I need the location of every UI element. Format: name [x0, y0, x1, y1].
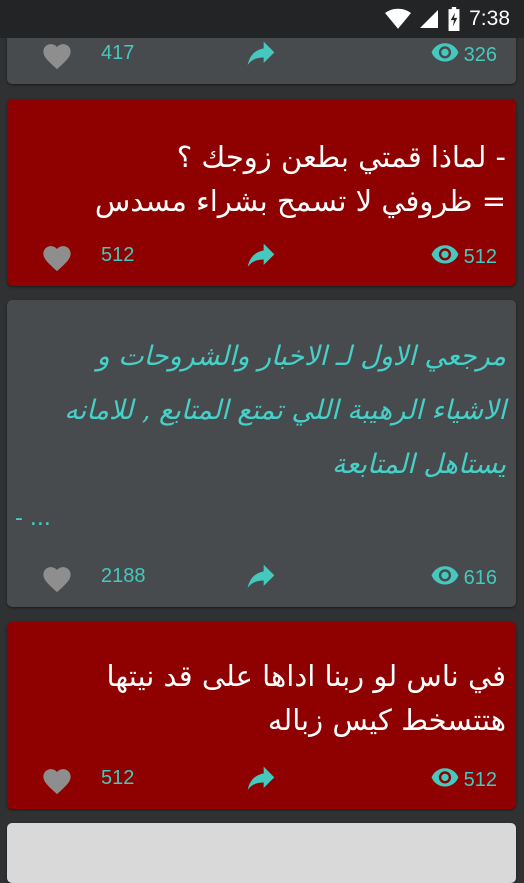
views-indicator: 616 [430, 565, 497, 591]
battery-charging-icon [447, 7, 461, 31]
eye-icon [430, 565, 460, 591]
post-extra-text: - ... [15, 506, 51, 531]
status-time: 7:38 [469, 7, 510, 30]
share-icon[interactable] [245, 242, 277, 272]
post-card[interactable] [7, 823, 516, 883]
post-text: في ناس لو ربنا اداها على قد نيتها هتتسخط… [106, 659, 506, 737]
eye-icon [430, 767, 460, 793]
share-icon[interactable] [245, 563, 277, 593]
post-card[interactable]: مرجعي الاول لـ الاخبار والشروحات و الاشي… [7, 300, 516, 607]
heart-icon[interactable] [40, 242, 74, 272]
signal-icon [419, 8, 439, 30]
heart-icon[interactable] [40, 765, 74, 795]
post-card[interactable]: في ناس لو ربنا اداها على قد نيتها هتتسخط… [7, 622, 516, 809]
post-text: - لماذا قمتي بطعن زوجك ؟ = ظروفي لا تسمح… [94, 140, 506, 218]
post-card[interactable]: - لماذا قمتي بطعن زوجك ؟ = ظروفي لا تسمح… [7, 99, 516, 286]
likes-count: 512 [101, 767, 135, 789]
eye-icon [430, 244, 460, 270]
views-indicator: 512 [430, 767, 497, 793]
heart-icon[interactable] [40, 563, 74, 593]
status-bar: 7:38 [0, 0, 524, 38]
share-icon[interactable] [245, 40, 277, 70]
views-indicator: 326 [430, 42, 497, 68]
views-count: 616 [463, 566, 497, 589]
wifi-icon [385, 8, 412, 30]
views-count: 512 [463, 245, 497, 268]
views-indicator: 512 [430, 244, 497, 270]
share-icon[interactable] [245, 765, 277, 795]
post-actions: 512 512 [7, 228, 516, 286]
heart-icon[interactable] [40, 40, 74, 70]
post-actions: 2188 616 [7, 549, 516, 607]
post-text: مرجعي الاول لـ الاخبار والشروحات و الاشي… [64, 341, 506, 480]
eye-icon [430, 42, 460, 68]
post-actions: 512 512 [7, 751, 516, 809]
views-count: 326 [463, 43, 497, 66]
likes-count: 417 [101, 42, 135, 64]
views-count: 512 [463, 768, 497, 791]
likes-count: 512 [101, 244, 135, 266]
likes-count: 2188 [101, 565, 146, 587]
